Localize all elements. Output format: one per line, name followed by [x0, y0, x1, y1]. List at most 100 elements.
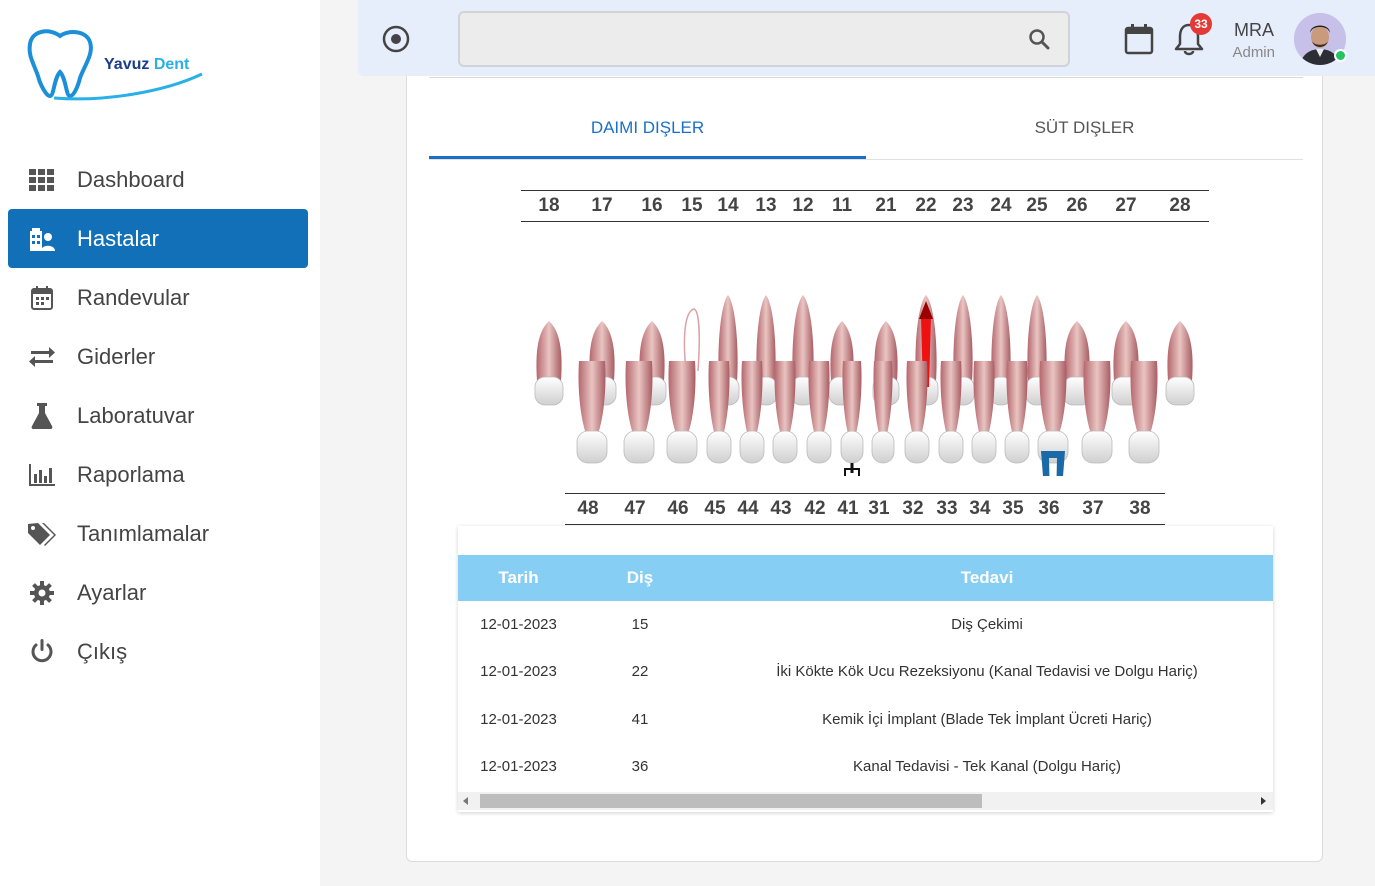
user-name[interactable]: MRA: [1230, 20, 1274, 41]
tab-permanent-teeth[interactable]: DAIMI DIŞLER: [429, 105, 866, 159]
sidebar-item-tanimlamalar[interactable]: Tanımlamalar: [8, 504, 308, 563]
swap-arrows-icon: [28, 343, 56, 371]
tooth-36[interactable]: [1037, 361, 1069, 476]
sidebar-nav: Dashboard Hastalar Randevular Giderler L…: [8, 150, 308, 681]
header-date[interactable]: Tarih: [458, 555, 579, 601]
search-bar[interactable]: [458, 11, 1070, 67]
cell-tooth: 41: [631, 711, 649, 728]
calendar-icon: [28, 284, 56, 312]
search-icon[interactable]: [1028, 28, 1050, 50]
tooth-37[interactable]: [1081, 361, 1113, 464]
upper-tooth-numbers: 18 17 16 15 14 13 12 11 21 22 23 24 25 26 27 28: [521, 190, 1209, 222]
tooth-number-32[interactable]: 32: [902, 498, 923, 520]
brand-logo[interactable]: Yavuz Dent: [24, 26, 208, 102]
brand-name: Yavuz Dent: [104, 56, 189, 74]
power-icon: [28, 638, 56, 666]
tooth-46[interactable]: [666, 361, 698, 464]
tooth-48[interactable]: [576, 361, 608, 464]
tooth-number-18[interactable]: 18: [538, 195, 559, 217]
sidebar-item-giderler[interactable]: Giderler: [8, 327, 308, 386]
cell-date: 12-01-2023: [480, 711, 557, 728]
tooth-number-16[interactable]: 16: [641, 195, 662, 217]
tooth-38[interactable]: [1128, 361, 1160, 464]
calendar-icon[interactable]: [1124, 23, 1154, 55]
sidebar: Yavuz Dent Dashboard Hastalar Randevular…: [0, 0, 320, 886]
cell-treatment: Diş Çekimi: [951, 616, 1023, 633]
tooth-number-35[interactable]: 35: [1002, 498, 1023, 520]
scroll-left-arrow-icon[interactable]: [463, 797, 468, 805]
tooth-44[interactable]: [739, 361, 765, 464]
tooth-18[interactable]: [534, 321, 564, 406]
tooth-32[interactable]: [904, 361, 930, 464]
notification-badge: 33: [1190, 13, 1212, 35]
topbar: 33 MRA Admin: [358, 0, 1375, 76]
tooth-number-33[interactable]: 33: [936, 498, 957, 520]
table-row[interactable]: 12-01-2023 15 Diş Çekimi: [458, 601, 1273, 648]
tooth-number-31[interactable]: 31: [868, 498, 889, 520]
tooth-number-22[interactable]: 22: [915, 195, 936, 217]
tooth-42[interactable]: [806, 361, 832, 464]
tooth-number-15[interactable]: 15: [681, 195, 702, 217]
sidebar-item-hastalar[interactable]: Hastalar: [8, 209, 308, 268]
tooth-47[interactable]: [623, 361, 655, 464]
tooth-number-21[interactable]: 21: [875, 195, 896, 217]
tooth-number-38[interactable]: 38: [1129, 498, 1150, 520]
tooth-number-42[interactable]: 42: [804, 498, 825, 520]
sidebar-item-label: Laboratuvar: [77, 402, 195, 428]
tooth-number-26[interactable]: 26: [1066, 195, 1087, 217]
tooth-number-48[interactable]: 48: [577, 498, 598, 520]
tooth-number-11[interactable]: 11: [832, 195, 852, 217]
tooth-34[interactable]: [971, 361, 997, 464]
tooth-number-12[interactable]: 12: [792, 195, 813, 217]
sidebar-item-label: Çıkış: [77, 638, 128, 664]
tooth-number-47[interactable]: 47: [624, 498, 645, 520]
search-input[interactable]: [460, 13, 1068, 65]
cell-treatment: Kemik İçi İmplant (Blade Tek İmplant Ücr…: [822, 711, 1152, 728]
tooth-45[interactable]: [706, 361, 732, 464]
sidebar-item-dashboard[interactable]: Dashboard: [8, 150, 308, 209]
tooth-number-14[interactable]: 14: [717, 195, 738, 217]
tooth-number-17[interactable]: 17: [591, 195, 612, 217]
scroll-right-arrow-icon[interactable]: [1261, 797, 1266, 805]
tooth-number-27[interactable]: 27: [1115, 195, 1136, 217]
tooth-43[interactable]: [772, 361, 798, 464]
tooth-number-24[interactable]: 24: [990, 195, 1011, 217]
online-status-indicator: [1334, 49, 1347, 62]
tab-primary-teeth[interactable]: SÜT DIŞLER: [866, 105, 1303, 159]
bar-chart-icon: [28, 461, 56, 489]
sidebar-item-laboratuvar[interactable]: Laboratuvar: [8, 386, 308, 445]
sidebar-item-randevular[interactable]: Randevular: [8, 268, 308, 327]
tooth-number-28[interactable]: 28: [1169, 195, 1190, 217]
table-row[interactable]: 12-01-2023 22 İki Kökte Kök Ucu Rezeksiy…: [458, 648, 1273, 695]
table-header: Tarih Diş Tedavi: [458, 555, 1273, 601]
tooth-41[interactable]: [840, 361, 864, 476]
tooth-31[interactable]: [871, 361, 895, 464]
table-row[interactable]: 12-01-2023 41 Kemik İçi İmplant (Blade T…: [458, 696, 1273, 743]
tooth-number-44[interactable]: 44: [737, 498, 758, 520]
tooth-28[interactable]: [1165, 321, 1195, 406]
tooth-number-41[interactable]: 41: [837, 498, 858, 520]
brand-name-part1: Yavuz: [104, 56, 150, 73]
tooth-number-46[interactable]: 46: [667, 498, 688, 520]
sidebar-item-raporlama[interactable]: Raporlama: [8, 445, 308, 504]
tooth-35[interactable]: [1004, 361, 1030, 464]
table-row[interactable]: 12-01-2023 36 Kanal Tedavisi - Tek Kanal…: [458, 743, 1273, 790]
tooth-number-25[interactable]: 25: [1026, 195, 1047, 217]
scroll-thumb[interactable]: [480, 794, 982, 808]
tooth-number-45[interactable]: 45: [704, 498, 725, 520]
tooth-number-43[interactable]: 43: [770, 498, 791, 520]
sidebar-item-ayarlar[interactable]: Ayarlar: [8, 563, 308, 622]
header-treatment[interactable]: Tedavi: [701, 555, 1273, 601]
tooth-number-37[interactable]: 37: [1082, 498, 1103, 520]
tooth-number-34[interactable]: 34: [969, 498, 990, 520]
cell-tooth: 36: [631, 758, 649, 775]
header-tooth[interactable]: Diş: [579, 555, 701, 601]
sidebar-item-cikis[interactable]: Çıkış: [8, 622, 308, 681]
target-icon[interactable]: [382, 25, 410, 53]
tooth-number-23[interactable]: 23: [952, 195, 973, 217]
treatment-table: Tarih Diş Tedavi 12-01-2023 15 Diş Çekim…: [458, 526, 1273, 812]
horizontal-scrollbar[interactable]: [458, 792, 1273, 810]
tooth-33[interactable]: [938, 361, 964, 464]
tooth-number-36[interactable]: 36: [1038, 498, 1059, 520]
tooth-number-13[interactable]: 13: [755, 195, 776, 217]
